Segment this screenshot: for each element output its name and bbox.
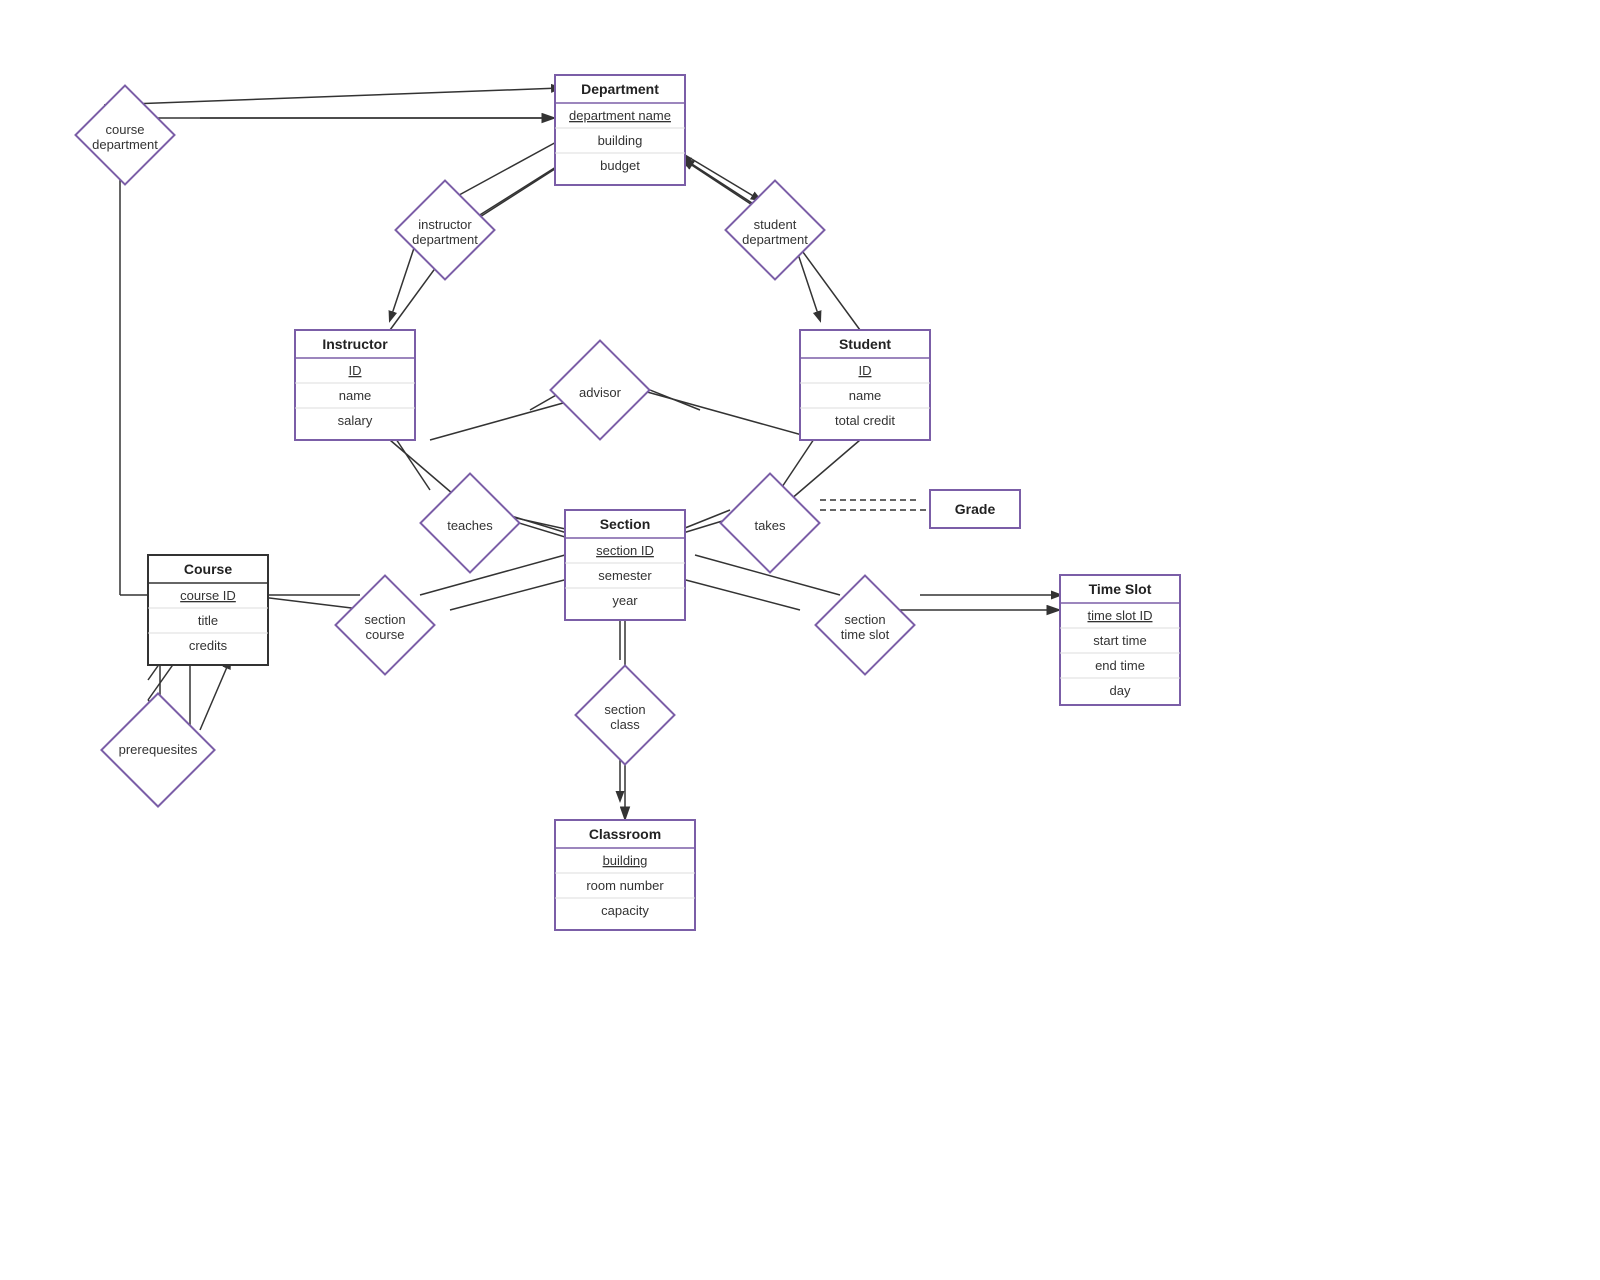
- section-course-diamond: section course: [336, 576, 435, 675]
- timeslot-attr-id: time slot ID: [1087, 608, 1152, 623]
- svg-text:instructor: instructor: [418, 217, 472, 232]
- svg-text:course: course: [365, 627, 404, 642]
- course-attr-id: course ID: [180, 588, 236, 603]
- timeslot-attr-endtime: end time: [1095, 658, 1145, 673]
- svg-text:class: class: [610, 717, 640, 732]
- svg-text:student: student: [754, 217, 797, 232]
- department-title: Department: [581, 81, 659, 97]
- student-entity: Student ID name total credit: [800, 330, 930, 440]
- instructor-attr-name: name: [339, 388, 372, 403]
- svg-text:teaches: teaches: [447, 518, 493, 533]
- svg-text:time slot: time slot: [841, 627, 890, 642]
- department-entity: Department department name building budg…: [555, 75, 685, 185]
- timeslot-attr-day: day: [1110, 683, 1131, 698]
- instructor-department-diamond: instructor department: [396, 181, 495, 280]
- timeslot-title: Time Slot: [1089, 581, 1152, 597]
- course-department-label: course: [105, 122, 144, 137]
- instructor-attr-id: ID: [349, 363, 362, 378]
- section-timeslot-diamond: section time slot: [816, 576, 915, 675]
- section-entity: Section section ID semester year: [565, 510, 685, 620]
- svg-text:advisor: advisor: [579, 385, 622, 400]
- classroom-attr-roomnumber: room number: [586, 878, 664, 893]
- section-class-diamond: section class: [576, 666, 675, 765]
- classroom-attr-capacity: capacity: [601, 903, 649, 918]
- classroom-title: Classroom: [589, 826, 661, 842]
- department-attr-budget: budget: [600, 158, 640, 173]
- timeslot-entity: Time Slot time slot ID start time end ti…: [1060, 575, 1180, 705]
- section-attr-year: year: [612, 593, 638, 608]
- svg-text:section: section: [844, 612, 885, 627]
- section-attr-id: section ID: [596, 543, 654, 558]
- timeslot-attr-starttime: start time: [1093, 633, 1146, 648]
- svg-text:department: department: [742, 232, 808, 247]
- svg-text:takes: takes: [754, 518, 786, 533]
- course-department-diamond: course department: [76, 86, 175, 185]
- svg-text:prerequesites: prerequesites: [119, 742, 198, 757]
- course-attr-credits: credits: [189, 638, 228, 653]
- section-title: Section: [600, 516, 651, 532]
- course-title: Course: [184, 561, 232, 577]
- grade-entity: Grade: [930, 490, 1020, 528]
- prerequesites-diamond: prerequesites: [101, 693, 214, 806]
- department-attr-building: building: [598, 133, 643, 148]
- svg-text:department: department: [92, 137, 158, 152]
- course-entity: Course course ID title credits: [148, 555, 268, 665]
- student-title: Student: [839, 336, 891, 352]
- svg-text:department: department: [412, 232, 478, 247]
- instructor-entity: Instructor ID name salary: [295, 330, 415, 440]
- department-attr-name: department name: [569, 108, 671, 123]
- classroom-entity: Classroom building room number capacity: [555, 820, 695, 930]
- instructor-attr-salary: salary: [338, 413, 373, 428]
- instructor-title: Instructor: [322, 336, 388, 352]
- student-attr-totalcredit: total credit: [835, 413, 895, 428]
- er-diagram: Department department name building budg…: [0, 0, 1600, 1280]
- grade-title: Grade: [955, 501, 996, 517]
- section-attr-semester: semester: [598, 568, 652, 583]
- student-attr-name: name: [849, 388, 882, 403]
- student-attr-id: ID: [859, 363, 872, 378]
- svg-text:section: section: [604, 702, 645, 717]
- svg-text:section: section: [364, 612, 405, 627]
- advisor-diamond: advisor: [551, 341, 650, 440]
- classroom-attr-building: building: [603, 853, 648, 868]
- course-attr-title: title: [198, 613, 218, 628]
- teaches-diamond: teaches: [421, 474, 520, 573]
